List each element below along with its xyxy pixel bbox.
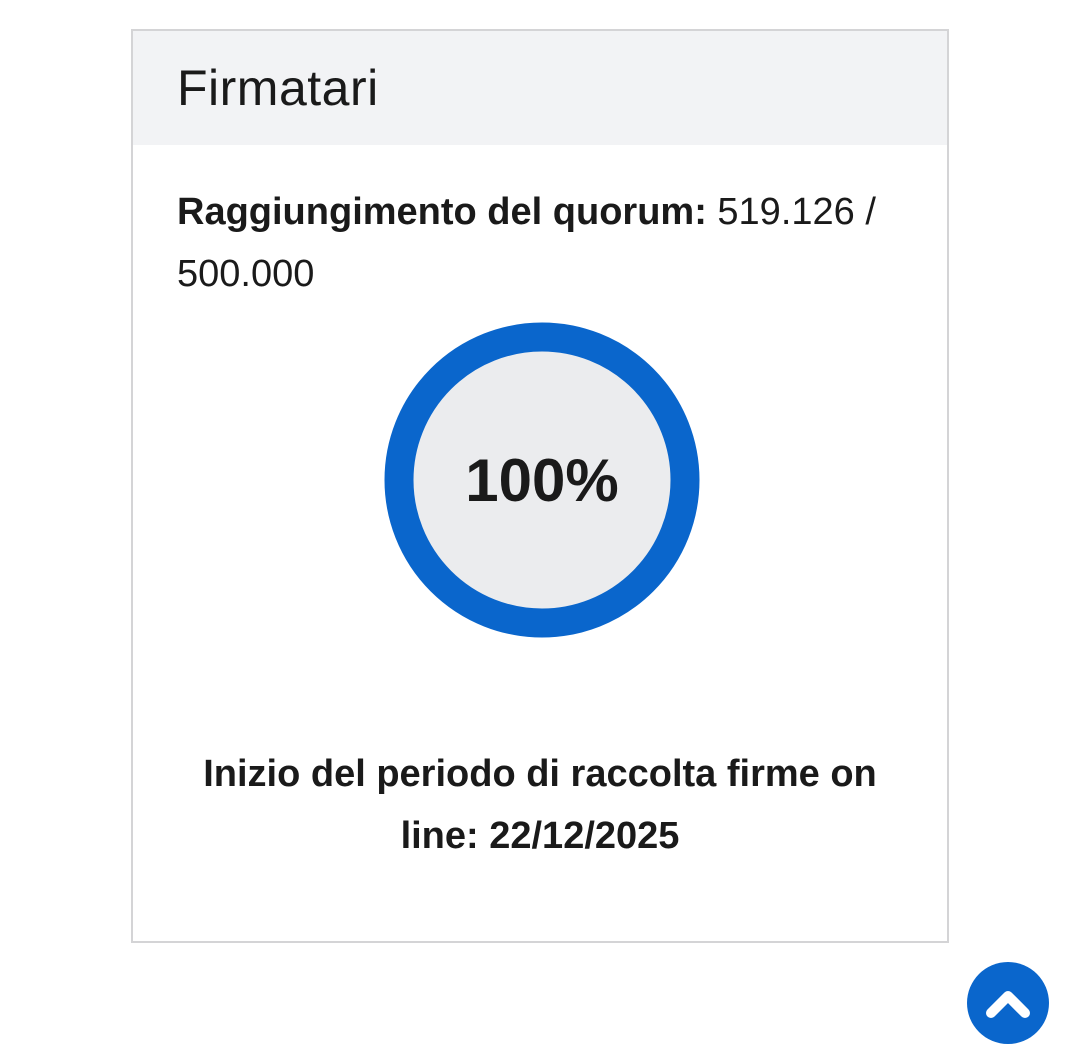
collection-start-date: Inizio del periodo di raccolta firme on … [203,753,877,857]
card-header: Firmatari [133,31,947,145]
chevron-up-icon [986,991,1030,1018]
quorum-status: Raggiungimento del quorum: 519.126 / 500… [177,181,917,305]
progress-ring: 100% [384,322,700,638]
back-to-top-button[interactable] [967,962,1049,1044]
signatories-card: Firmatari Raggiungimento del quorum: 519… [131,29,949,943]
progress-percent: 100% [465,446,619,514]
card-title: Firmatari [177,60,379,116]
quorum-label: Raggiungimento del quorum: [177,191,707,233]
